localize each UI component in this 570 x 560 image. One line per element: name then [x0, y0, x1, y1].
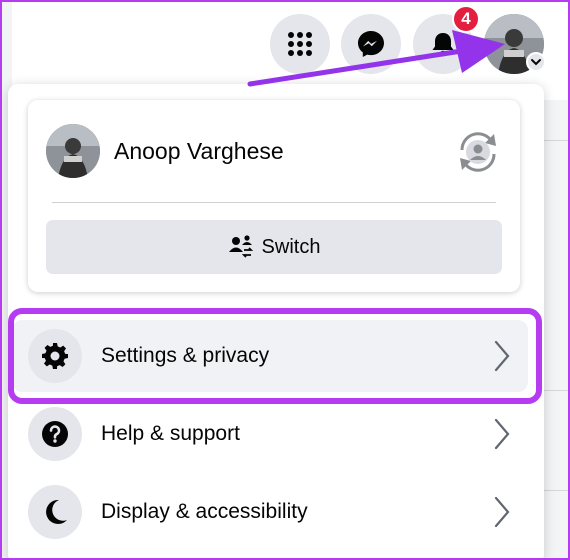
highlight-box: [8, 308, 542, 404]
question-icon: [42, 421, 68, 447]
menu-item-display-accessibility[interactable]: Display & accessibility: [12, 476, 528, 548]
switch-label: Switch: [261, 235, 321, 258]
background-right: [544, 100, 570, 560]
menu-item-label: Display & accessibility: [101, 500, 308, 523]
profile-avatar[interactable]: [46, 124, 100, 178]
chevron-right-icon: [494, 496, 510, 528]
chevron-right-icon: [494, 418, 510, 450]
switch-button[interactable]: Switch: [46, 220, 502, 274]
profile-card: Anoop Varghese Switch: [28, 100, 520, 292]
avatar-image: [46, 124, 100, 178]
menu-item-help-support[interactable]: Help & support: [12, 398, 528, 470]
profile-switch-icon: [460, 132, 496, 172]
annotation-arrow: [247, 30, 505, 87]
display-icon-circle: [28, 485, 82, 539]
switch-accounts-icon: [228, 235, 253, 258]
profile-name[interactable]: Anoop Varghese: [114, 138, 284, 165]
switch-profile-icon[interactable]: [454, 128, 502, 176]
divider: [52, 202, 496, 203]
menu-item-label: Help & support: [101, 422, 240, 445]
moon-icon: [46, 499, 67, 524]
help-icon-circle: [28, 407, 82, 461]
